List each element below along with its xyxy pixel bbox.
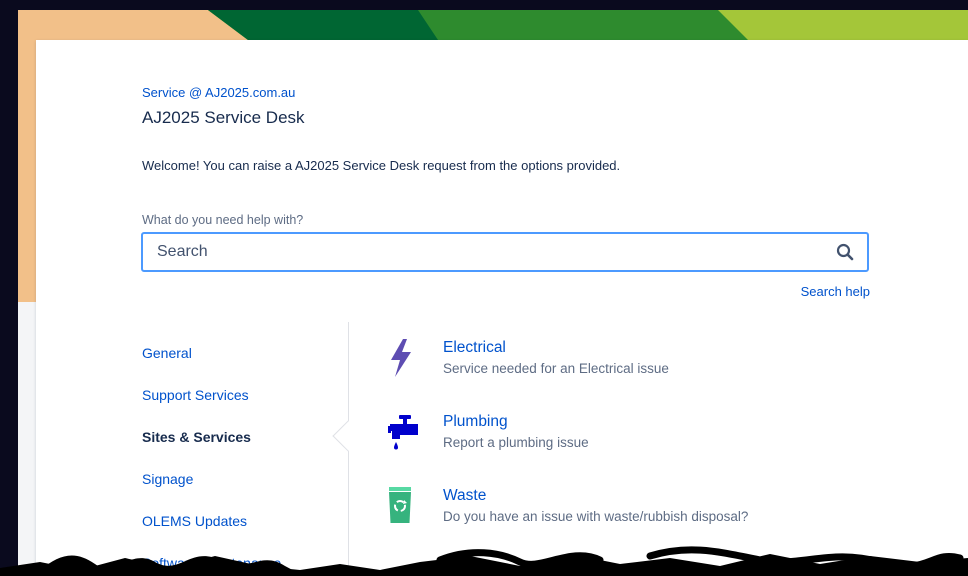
group-item-sites-services[interactable]: Sites & Services [142,429,251,445]
recycle-bin-icon [389,487,411,523]
request-type-plumbing[interactable]: Plumbing Report a plumbing issue [386,413,906,463]
welcome-message: Welcome! You can raise a AJ2025 Service … [142,158,621,173]
group-item-general[interactable]: General [142,345,192,361]
group-item-signage[interactable]: Signage [142,471,193,487]
help-center-breadcrumb-link[interactable]: Service @ AJ2025.com.au [142,85,295,100]
request-type-waste[interactable]: Waste Do you have an issue with waste/ru… [386,487,906,537]
search-icon[interactable] [835,242,855,262]
portal-card: Service @ AJ2025.com.au AJ2025 Service D… [36,40,968,576]
group-item-support-services[interactable]: Support Services [142,387,249,403]
search-input[interactable] [157,234,807,270]
request-type-description: Service needed for an Electrical issue [443,361,669,376]
request-type-electrical[interactable]: Electrical Service needed for an Electri… [386,339,906,389]
search-help-link[interactable]: Search help [801,284,870,299]
search-box[interactable] [141,232,869,272]
request-type-description: Do you have an issue with waste/rubbish … [443,509,749,524]
request-type-description: Report a plumbing issue [443,435,589,450]
water-tap-icon [388,415,418,450]
search-label: What do you need help with? [142,213,304,227]
request-type-name[interactable]: Plumbing [443,413,508,431]
lightning-bolt-icon [391,339,411,377]
request-type-name[interactable]: Electrical [443,339,506,357]
group-item-olems-updates[interactable]: OLEMS Updates [142,513,247,529]
portal-title: AJ2025 Service Desk [142,108,305,127]
request-type-name[interactable]: Waste [443,487,486,505]
redaction-scribble [0,546,968,576]
